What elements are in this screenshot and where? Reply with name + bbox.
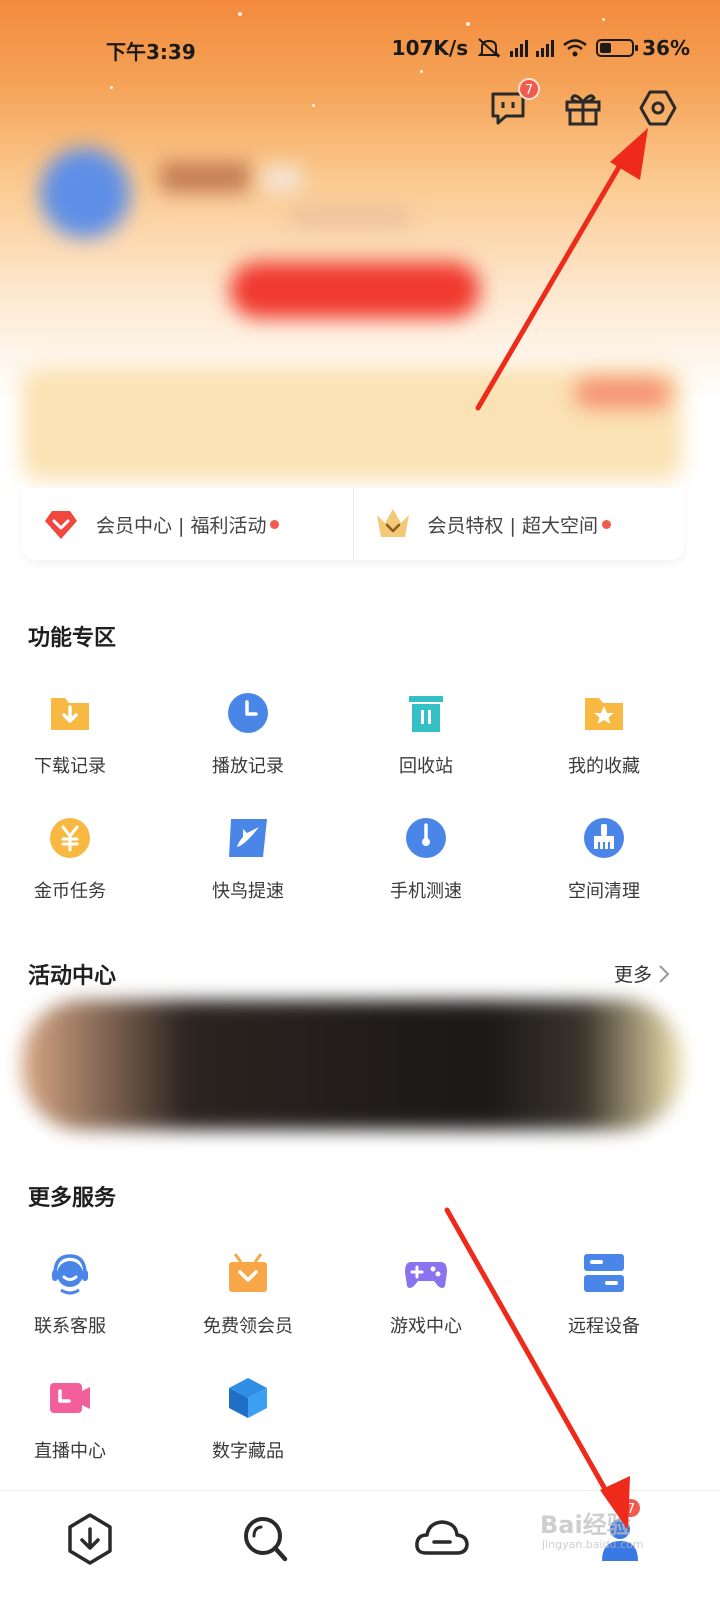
battery-level: 36%	[642, 36, 690, 60]
activity-section-title: 活动中心	[28, 964, 117, 989]
broom-icon	[584, 818, 624, 858]
free-vip-label: 免费领会员	[203, 1316, 293, 1337]
status-time: 下午3:39	[106, 40, 196, 64]
free-vip-item[interactable]: 免费领会员	[178, 1250, 318, 1338]
clock-icon	[228, 693, 268, 733]
remote-devices-item[interactable]: 远程设备	[534, 1250, 674, 1338]
download-tab-icon	[68, 1513, 112, 1565]
member-center-dot	[270, 519, 280, 529]
member-privilege-label: 会员特权 | 超大空间	[427, 514, 598, 537]
gamepad-icon	[405, 1262, 447, 1288]
gift-icon	[565, 94, 601, 126]
remote-devices-label: 远程设备	[568, 1316, 640, 1337]
game-center-item[interactable]: 游戏中心	[356, 1250, 496, 1338]
member-privilege-link[interactable]: 会员特权 | 超大空间	[352, 488, 685, 560]
download-records-item[interactable]: 下载记录	[0, 690, 140, 778]
bell-mute-icon	[477, 38, 501, 58]
digital-collectibles-item[interactable]: 数字藏品	[178, 1375, 318, 1463]
gift-button[interactable]	[563, 88, 603, 128]
favorites-item[interactable]: 我的收藏	[534, 690, 674, 778]
customer-service-label: 联系客服	[34, 1316, 106, 1337]
live-center-label: 直播中心	[34, 1441, 106, 1462]
speed-boost-label: 快鸟提速	[212, 881, 284, 902]
recycle-bin-label: 回收站	[399, 756, 453, 777]
watermark-url: jingyan.baidu.com	[542, 1538, 644, 1551]
member-privilege-dot	[601, 519, 611, 529]
cloud-tab-icon	[415, 1520, 469, 1555]
user-subtitle-blurred	[290, 210, 410, 224]
signal-hd1-icon	[510, 39, 529, 57]
space-cleanup-label: 空间清理	[568, 881, 640, 902]
member-center-link[interactable]: 会员中心 | 福利活动	[22, 488, 353, 560]
watermark-logo: Bai经验	[540, 1511, 631, 1539]
user-level-blurred	[262, 166, 302, 192]
battery-icon	[596, 39, 639, 57]
game-center-label: 游戏中心	[390, 1316, 462, 1337]
tab-cloud[interactable]	[412, 1509, 472, 1569]
recycle-bin-item[interactable]: 回收站	[356, 690, 496, 778]
vip-open-button-blurred[interactable]	[230, 262, 480, 318]
bird-icon	[229, 819, 267, 857]
settings-button[interactable]	[638, 88, 678, 128]
status-indicators: 107K/s 36%	[392, 36, 690, 60]
download-folder-icon	[51, 698, 89, 730]
phone-speedtest-label: 手机测速	[390, 881, 462, 902]
chevron-right-icon	[659, 964, 670, 983]
vip-card-chip-blurred	[575, 378, 670, 408]
tab-download[interactable]	[60, 1509, 120, 1569]
features-section-title: 功能专区	[28, 626, 117, 651]
phone-speedtest-item[interactable]: 手机测速	[356, 815, 496, 903]
wifi-icon	[563, 39, 587, 57]
member-center-label: 会员中心 | 福利活动	[96, 514, 267, 537]
speedometer-icon	[406, 818, 446, 858]
username-blurred	[160, 162, 250, 192]
speed-boost-item[interactable]: 快鸟提速	[178, 815, 318, 903]
digital-collectibles-label: 数字藏品	[212, 1441, 284, 1462]
gift-box-icon	[229, 1253, 267, 1292]
coin-tasks-item[interactable]: 金币任务	[0, 815, 140, 903]
coin-tasks-label: 金币任务	[34, 881, 106, 902]
space-cleanup-item[interactable]: 空间清理	[534, 815, 674, 903]
activity-banner-blurred[interactable]	[22, 1000, 682, 1130]
live-center-item[interactable]: 直播中心	[0, 1375, 140, 1463]
star-folder-icon	[585, 698, 623, 730]
download-records-label: 下载记录	[34, 756, 106, 777]
coin-icon	[50, 818, 90, 858]
trash-icon	[409, 696, 443, 732]
search-tab-icon	[244, 1517, 288, 1562]
message-badge: 7	[518, 78, 540, 100]
net-speed: 107K/s	[391, 36, 469, 60]
customer-service-item[interactable]: 联系客服	[0, 1250, 140, 1338]
cube-icon	[229, 1378, 267, 1418]
play-records-item[interactable]: 播放记录	[178, 690, 318, 778]
status-bar: 下午3:39 107K/s 36%	[0, 30, 720, 70]
member-row: 会员中心 | 福利活动 会员特权 | 超大空间	[22, 488, 684, 560]
play-records-label: 播放记录	[212, 756, 284, 777]
support-icon	[52, 1254, 88, 1295]
services-section-title: 更多服务	[28, 1186, 117, 1211]
signal-hd2-icon	[536, 39, 555, 57]
activity-more-label: 更多	[613, 964, 652, 986]
settings-hexagon-icon	[639, 90, 677, 126]
tab-search[interactable]	[236, 1509, 296, 1569]
server-icon	[584, 1254, 624, 1292]
diamond-heart-icon	[45, 511, 77, 539]
avatar[interactable]	[40, 148, 130, 238]
activity-more-link[interactable]: 更多	[614, 960, 670, 987]
favorites-label: 我的收藏	[568, 756, 640, 777]
message-button[interactable]: 7	[488, 78, 540, 128]
crown-icon	[376, 509, 409, 537]
live-camera-icon	[50, 1383, 90, 1413]
